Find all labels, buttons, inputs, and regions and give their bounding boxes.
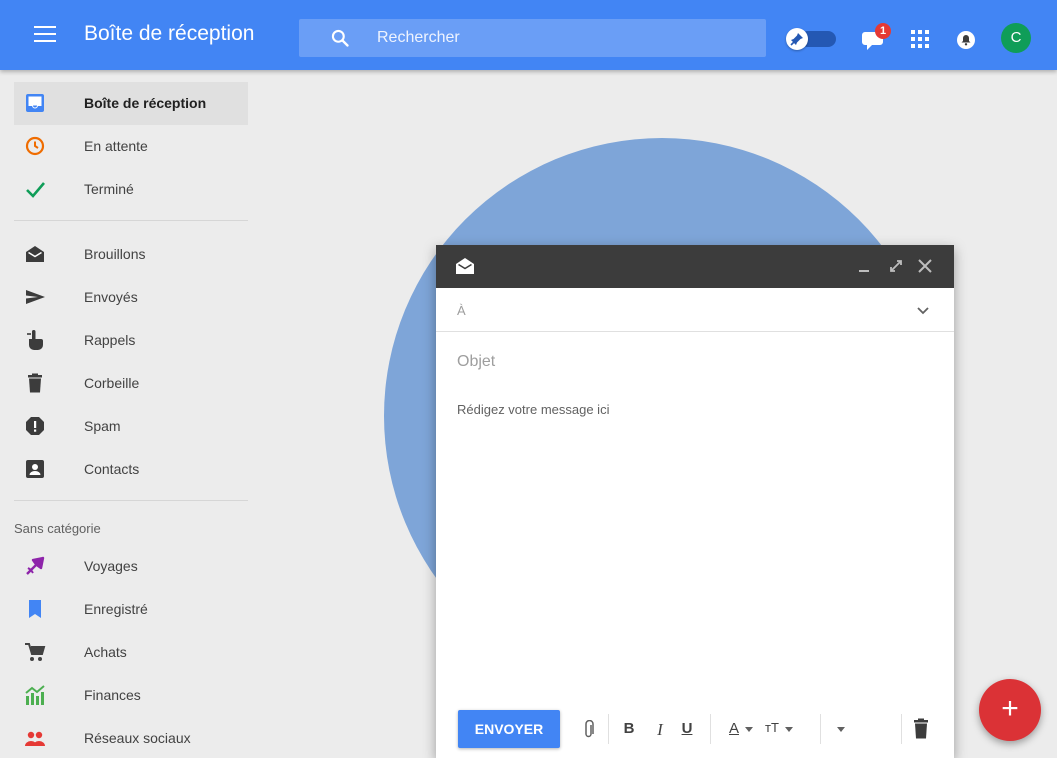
sidebar-item-label: Terminé — [84, 181, 134, 197]
spam-icon — [26, 417, 44, 435]
reminder-icon — [27, 330, 43, 350]
subject-field[interactable]: Objet — [457, 353, 495, 371]
chevron-down-icon[interactable] — [785, 727, 793, 733]
trash-icon — [28, 373, 42, 393]
sidebar-item-label: En attente — [84, 138, 148, 154]
sidebar-item-label: Réseaux sociaux — [84, 730, 191, 746]
drafts-icon — [456, 258, 474, 274]
sidebar-item-travel[interactable]: Voyages — [14, 545, 248, 588]
sidebar-item-label: Brouillons — [84, 246, 146, 262]
chevron-down-icon[interactable] — [916, 304, 930, 318]
sidebar-item-purchases[interactable]: Achats — [14, 631, 248, 674]
compose-header — [436, 245, 954, 288]
flight-icon — [26, 556, 45, 575]
pin-toggle[interactable] — [786, 28, 838, 50]
trash-icon[interactable] — [913, 718, 929, 740]
text-color-button[interactable]: A — [726, 720, 742, 740]
inbox-icon — [26, 94, 44, 112]
sidebar-item-drafts[interactable]: Brouillons — [14, 233, 248, 276]
cart-icon — [25, 643, 46, 661]
page-title: Boîte de réception — [84, 22, 255, 45]
chat-button[interactable]: 1 — [862, 23, 892, 53]
section-label: Sans catégorie — [14, 521, 101, 536]
sidebar-item-reminders[interactable]: Rappels — [14, 319, 248, 362]
divider — [14, 500, 248, 501]
sidebar-item-finance[interactable]: Finances — [14, 674, 248, 717]
text-size-button[interactable]: тT — [762, 720, 782, 740]
sidebar-item-label: Achats — [84, 644, 127, 660]
to-field[interactable]: À — [436, 288, 954, 332]
divider — [608, 714, 609, 744]
sidebar-item-snoozed[interactable]: En attente — [14, 125, 248, 168]
avatar[interactable]: C — [1001, 23, 1031, 53]
compose-toolbar: ENVOYER B I U A тT — [436, 710, 954, 750]
minimize-icon[interactable] — [856, 257, 874, 275]
sidebar-item-saved[interactable]: Enregistré — [14, 588, 248, 631]
app-header: Boîte de réception 1 C — [0, 0, 1057, 70]
finance-icon — [25, 685, 45, 705]
more-options-icon[interactable] — [837, 727, 845, 733]
sidebar-item-social[interactable]: Réseaux sociaux — [14, 717, 248, 758]
divider — [820, 714, 821, 744]
divider — [710, 714, 711, 744]
attach-icon[interactable] — [582, 720, 596, 740]
sidebar-item-trash[interactable]: Corbeille — [14, 362, 248, 405]
sidebar: Boîte de réception En attente Terminé Br… — [14, 82, 248, 758]
sidebar-item-label: Enregistré — [84, 601, 148, 617]
bold-button[interactable]: B — [622, 720, 636, 740]
compose-fab-button[interactable]: + — [979, 679, 1041, 741]
expand-icon[interactable] — [887, 257, 905, 275]
chevron-down-icon[interactable] — [745, 727, 753, 733]
sidebar-item-inbox[interactable]: Boîte de réception — [14, 82, 248, 125]
italic-button[interactable]: I — [653, 720, 667, 740]
search-bar[interactable] — [299, 19, 766, 57]
sidebar-item-label: Spam — [84, 418, 121, 434]
sidebar-item-label: Envoyés — [84, 289, 138, 305]
send-button[interactable]: ENVOYER — [458, 710, 560, 748]
send-icon — [26, 290, 45, 304]
sidebar-item-label: Rappels — [84, 332, 136, 348]
notification-badge: 1 — [875, 23, 891, 39]
bookmark-icon — [29, 600, 41, 618]
sidebar-item-done[interactable]: Terminé — [14, 168, 248, 211]
sidebar-item-contacts[interactable]: Contacts — [14, 448, 248, 491]
sidebar-item-spam[interactable]: Spam — [14, 405, 248, 448]
message-body-field[interactable]: Rédigez votre message ici — [457, 402, 609, 417]
contacts-icon — [26, 460, 44, 478]
apps-grid-icon[interactable] — [911, 30, 929, 48]
search-input[interactable] — [377, 19, 757, 57]
sidebar-item-sent[interactable]: Envoyés — [14, 276, 248, 319]
close-icon[interactable] — [916, 257, 934, 275]
compose-window: À Objet Rédigez votre message ici ENVOYE… — [436, 245, 954, 758]
sidebar-item-label: Corbeille — [84, 375, 140, 391]
underline-button[interactable]: U — [680, 720, 694, 740]
drafts-icon — [26, 246, 44, 262]
divider — [14, 220, 248, 221]
sidebar-item-label: Contacts — [84, 461, 140, 477]
bell-icon[interactable] — [956, 30, 976, 50]
to-label: À — [457, 303, 466, 318]
pin-icon — [786, 28, 808, 50]
divider — [901, 714, 902, 744]
sidebar-item-label: Boîte de réception — [84, 95, 207, 111]
social-icon — [25, 731, 45, 746]
check-icon — [26, 182, 45, 198]
menu-icon[interactable] — [34, 26, 56, 44]
clock-icon — [25, 136, 45, 156]
search-icon[interactable] — [330, 28, 350, 48]
sidebar-item-label: Voyages — [84, 558, 138, 574]
sidebar-item-label: Finances — [84, 687, 141, 703]
